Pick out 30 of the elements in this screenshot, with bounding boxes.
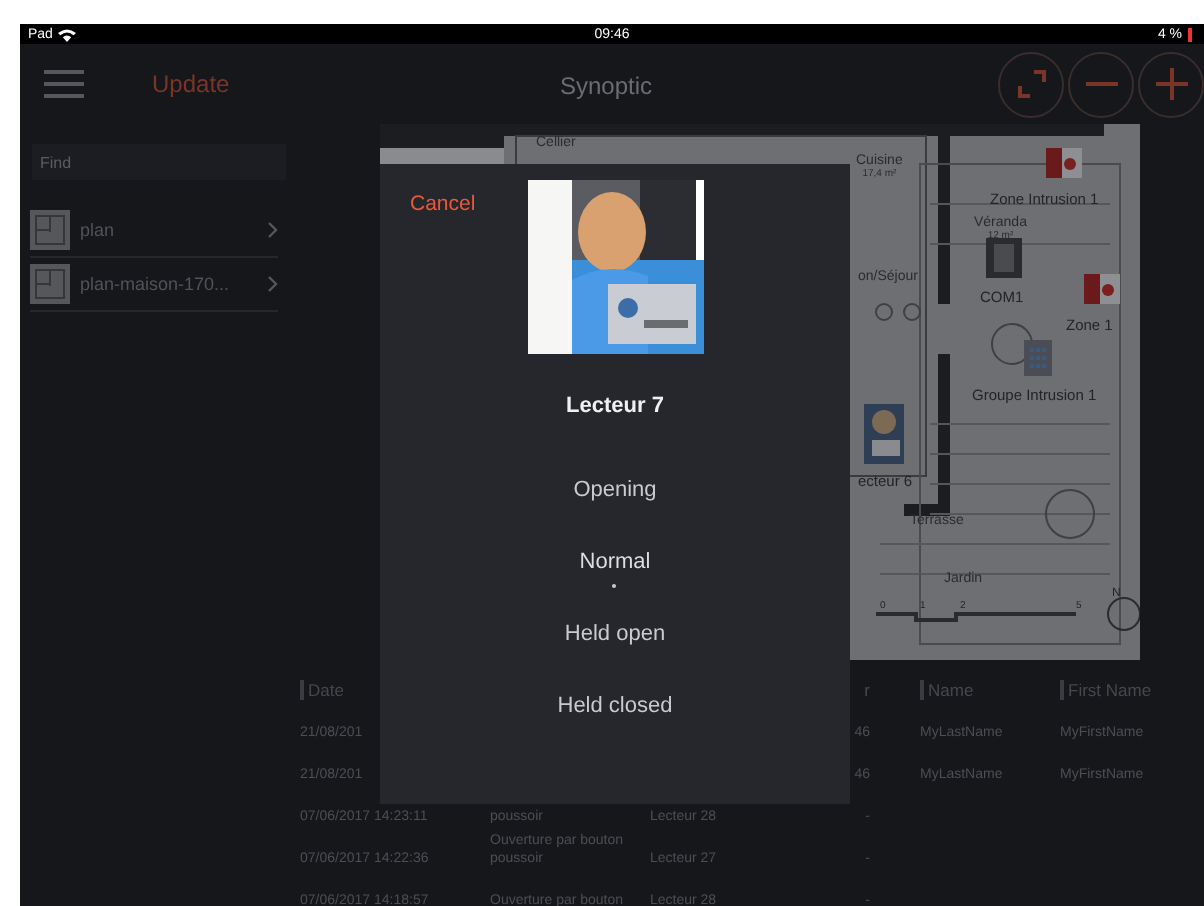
siren-icon[interactable] [1084,270,1120,306]
plan-list-item[interactable]: plan-maison-170... [30,258,278,312]
search-field[interactable]: Find [32,144,286,180]
zoom-in-button[interactable] [1138,51,1204,117]
mode-option[interactable]: Held open [564,622,666,666]
reader-photo-icon[interactable] [864,404,904,464]
cancel-link[interactable]: Cancel [410,192,476,216]
wifi-icon [58,27,77,41]
menu-icon[interactable] [44,70,84,98]
mode-option[interactable]: Held closed [557,694,673,738]
controller-icon[interactable] [986,238,1022,278]
chevron-icon [268,276,278,292]
expand-icon [1017,70,1045,98]
siren-icon[interactable] [1046,144,1082,180]
plan-thumbnail-icon [30,264,70,304]
plan-thumbnail-icon [30,210,70,250]
keypad-icon[interactable] [1024,340,1052,376]
plus-icon [1155,68,1187,100]
battery-icon [1188,27,1196,41]
fullscreen-button[interactable] [998,51,1064,117]
cabinet-drawing [380,124,504,164]
mode-option[interactable]: Normal [579,550,651,594]
zoom-out-button[interactable] [1068,51,1134,117]
dialog-title: Lecteur 7 [566,394,664,418]
plan-list-item[interactable]: plan [30,204,278,258]
chevron-icon [268,222,278,238]
update-link[interactable]: Update [152,70,230,98]
minus-icon [1085,82,1117,86]
screen-title: Synoptic [560,72,653,100]
mode-option[interactable]: Opening [573,478,657,522]
